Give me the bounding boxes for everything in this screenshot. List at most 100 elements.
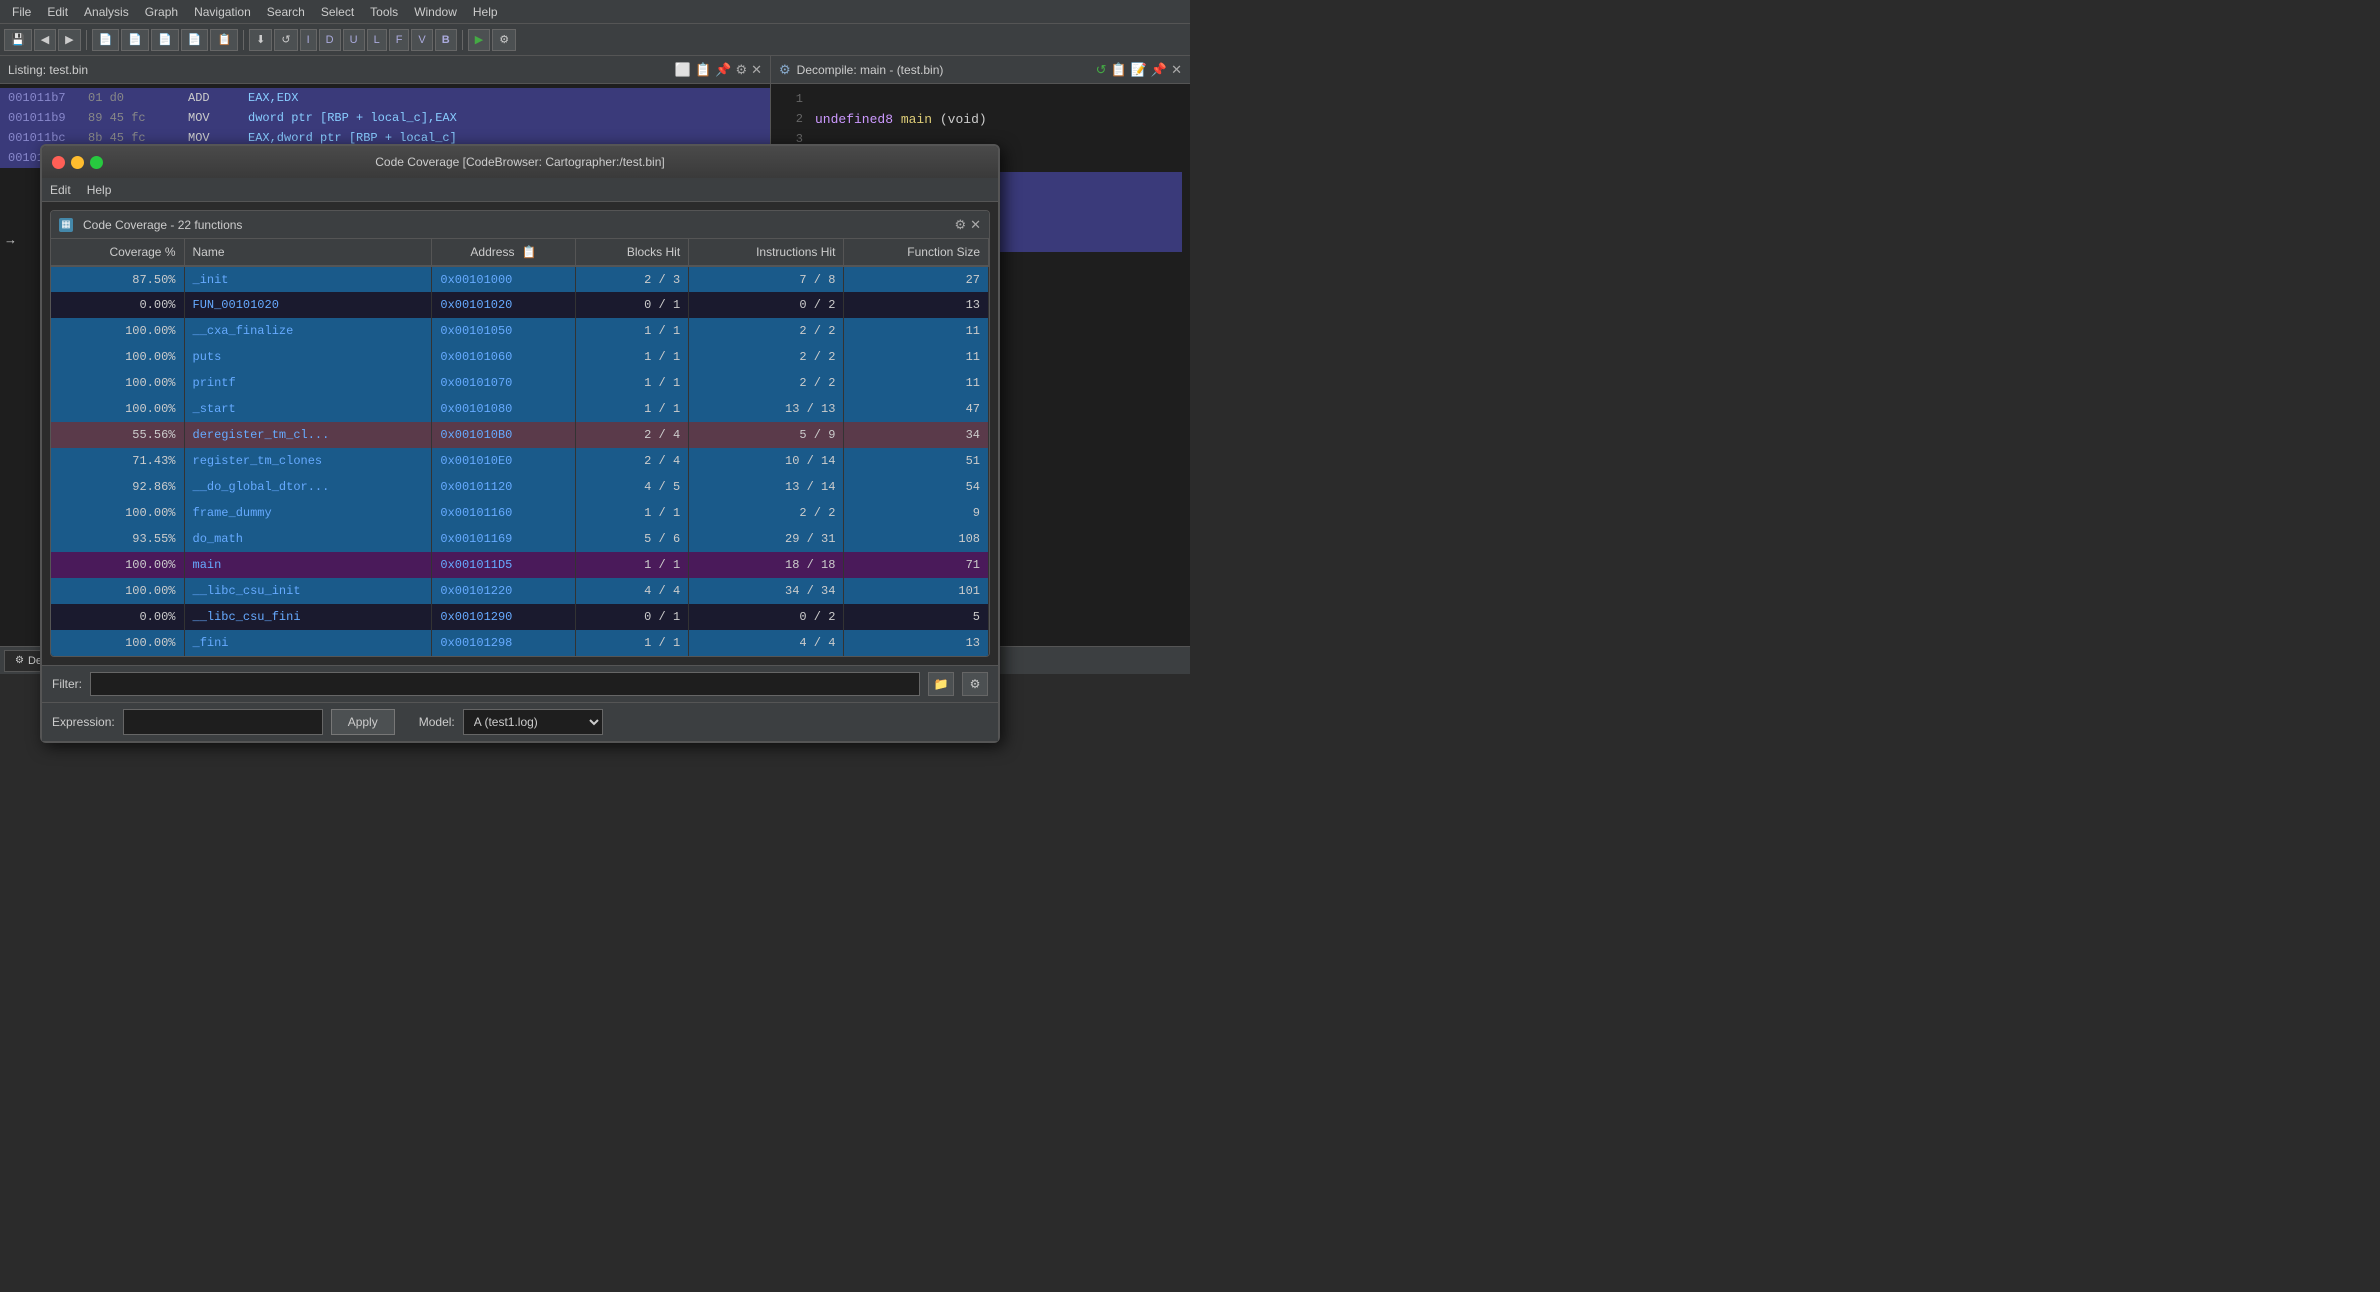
instrs-cell: 5 / 9: [689, 422, 770, 448]
decompile-close[interactable]: ✕: [1171, 62, 1182, 78]
tb-code6[interactable]: L: [367, 29, 387, 51]
menu-graph[interactable]: Graph: [137, 3, 186, 21]
listing-settings[interactable]: ⚙: [735, 62, 747, 78]
table-row[interactable]: 100.00%puts0x001010601 / 12 / 211: [51, 344, 770, 370]
table-row[interactable]: 71.43%register_tm_clones0x001010E02 / 41…: [51, 448, 770, 474]
dc-linenum: 1: [779, 92, 803, 106]
table-row[interactable]: 93.55%do_math0x001011695 / 629 / 31108: [51, 526, 770, 552]
listing-icon1[interactable]: ⬜: [675, 62, 691, 78]
menu-navigation[interactable]: Navigation: [186, 3, 259, 21]
table-row[interactable]: 100.00%__libc_csu_init0x001012204 / 434 …: [51, 578, 770, 604]
col-blocks[interactable]: Blocks Hit: [575, 239, 688, 266]
addr-cell: 0x00101160: [432, 500, 575, 526]
tb-nav4[interactable]: 📄: [181, 29, 209, 51]
table-row[interactable]: 100.00%main0x001011D51 / 118 / 1871: [51, 552, 770, 578]
col-coverage[interactable]: Coverage %: [51, 239, 184, 266]
menu-tools[interactable]: Tools: [362, 3, 406, 21]
table-row[interactable]: 100.00%frame_dummy0x001011601 / 12 / 29: [51, 500, 770, 526]
listing-pin[interactable]: 📌: [715, 62, 731, 78]
addr-cell: 0x00101050: [432, 318, 575, 344]
listing-icon2[interactable]: 📋: [695, 62, 711, 78]
blocks-cell: 1 / 1: [575, 370, 688, 396]
menu-help[interactable]: Help: [465, 3, 506, 21]
tb-nav5[interactable]: 📋: [210, 29, 238, 51]
decompile-header-icons: ↺ 📋 📝 📌 ✕: [1096, 62, 1182, 78]
tb-nav1[interactable]: 📄: [92, 29, 120, 51]
addr-cell: 0x00101020: [432, 292, 575, 318]
tb-forward[interactable]: ▶: [58, 29, 80, 51]
tb-code4[interactable]: D: [319, 29, 341, 51]
pct-cell: 0.00%: [51, 292, 184, 318]
minimize-button[interactable]: [71, 156, 84, 169]
blocks-cell: 1 / 1: [575, 318, 688, 344]
tb-code1[interactable]: ⬇: [249, 29, 272, 51]
asm-mnem: MOV: [188, 111, 248, 125]
name-cell: main: [184, 552, 432, 578]
dialog-menu-edit[interactable]: Edit: [50, 183, 71, 197]
table-row[interactable]: 100.00%_start0x001010801 / 113 / 1347: [51, 396, 770, 422]
table-row[interactable]: 100.00%__cxa_finalize0x001010501 / 12 / …: [51, 318, 770, 344]
instrs-cell: 2 / 2: [689, 318, 770, 344]
tb-debug[interactable]: ⚙: [492, 29, 516, 51]
menu-analysis[interactable]: Analysis: [76, 3, 137, 21]
tb-nav3[interactable]: 📄: [151, 29, 179, 51]
pct-cell: 100.00%: [51, 552, 184, 578]
blocks-cell: 1 / 1: [575, 552, 688, 578]
dc-line: 1: [779, 92, 1182, 112]
addr-cell: 0x00101080: [432, 396, 575, 422]
coverage-title-text: Code Coverage - 22 functions: [83, 218, 242, 232]
tb-code7[interactable]: F: [389, 29, 410, 51]
tb-code5[interactable]: U: [343, 29, 365, 51]
tb-code8[interactable]: V: [411, 29, 432, 51]
coverage-panel-header: ▦ Code Coverage - 22 functions ⚙ ✕: [51, 211, 770, 239]
decompile-icon: ⚙: [779, 62, 791, 78]
pct-cell: 100.00%: [51, 396, 184, 422]
asm-addr: 001011b9: [8, 111, 88, 125]
asm-mnem: MOV: [188, 131, 248, 145]
tb-code3[interactable]: I: [300, 29, 317, 51]
maximize-button[interactable]: [90, 156, 103, 169]
col-address[interactable]: Address 📋: [432, 239, 575, 266]
tb-code9[interactable]: B: [435, 29, 457, 51]
name-cell: register_tm_clones: [184, 448, 432, 474]
menu-file[interactable]: File: [4, 3, 39, 21]
table-row[interactable]: 87.50%_init0x001010002 / 37 / 827: [51, 266, 770, 292]
tb-nav2[interactable]: 📄: [121, 29, 149, 51]
menu-edit[interactable]: Edit: [39, 3, 76, 21]
col-instructions[interactable]: Instructions Hit: [689, 239, 770, 266]
menu-window[interactable]: Window: [406, 3, 465, 21]
tb-back[interactable]: ◀: [34, 29, 56, 51]
table-row[interactable]: 0.00%FUN_001010200x001010200 / 10 / 213: [51, 292, 770, 318]
col-name[interactable]: Name: [184, 239, 432, 266]
decompile-copy[interactable]: 📋: [1111, 62, 1127, 78]
tb-save[interactable]: 💾: [4, 29, 32, 51]
listing-title: Listing: test.bin: [8, 63, 88, 77]
dialog-menu-help[interactable]: Help: [87, 183, 112, 197]
menu-select[interactable]: Select: [313, 3, 362, 21]
blocks-cell: 1 / 1: [575, 344, 688, 370]
close-button[interactable]: [52, 156, 65, 169]
table-row[interactable]: 100.00%_fini0x001012981 / 14 / 413: [51, 630, 770, 646]
decompile-pin[interactable]: 📌: [1151, 62, 1167, 78]
coverage-icon: ▦: [59, 218, 73, 232]
asm-row: 001011b7 01 d0 ADD EAX,EDX: [0, 88, 770, 108]
asm-ops: dword ptr [RBP + local_c],EAX: [248, 111, 457, 125]
tb-run[interactable]: ▶: [468, 29, 490, 51]
tb-sep1: [86, 30, 87, 50]
decompile-settings[interactable]: 📝: [1131, 62, 1147, 78]
pct-cell: 100.00%: [51, 630, 184, 646]
addr-cell: 0x001011D5: [432, 552, 575, 578]
tb-code2[interactable]: ↺: [274, 29, 297, 51]
menu-search[interactable]: Search: [259, 3, 313, 21]
table-row[interactable]: 55.56%deregister_tm_cl...0x001010B02 / 4…: [51, 422, 770, 448]
listing-close[interactable]: ✕: [751, 62, 762, 78]
table-row[interactable]: 100.00%printf0x001010701 / 12 / 211: [51, 370, 770, 396]
table-row[interactable]: 92.86%__do_global_dtor...0x001011204 / 5…: [51, 474, 770, 500]
decompile-refresh[interactable]: ↺: [1096, 62, 1107, 78]
blocks-cell: 0 / 1: [575, 604, 688, 630]
instrs-cell: 10 / 14: [689, 448, 770, 474]
blocks-cell: 1 / 1: [575, 500, 688, 526]
dc-line: 2 undefined8 main (void): [779, 112, 1182, 132]
table-row[interactable]: 0.00%__libc_csu_fini0x001012900 / 10 / 2…: [51, 604, 770, 630]
coverage-table: Coverage % Name Address 📋 Blocks Hit Ins…: [51, 239, 770, 646]
